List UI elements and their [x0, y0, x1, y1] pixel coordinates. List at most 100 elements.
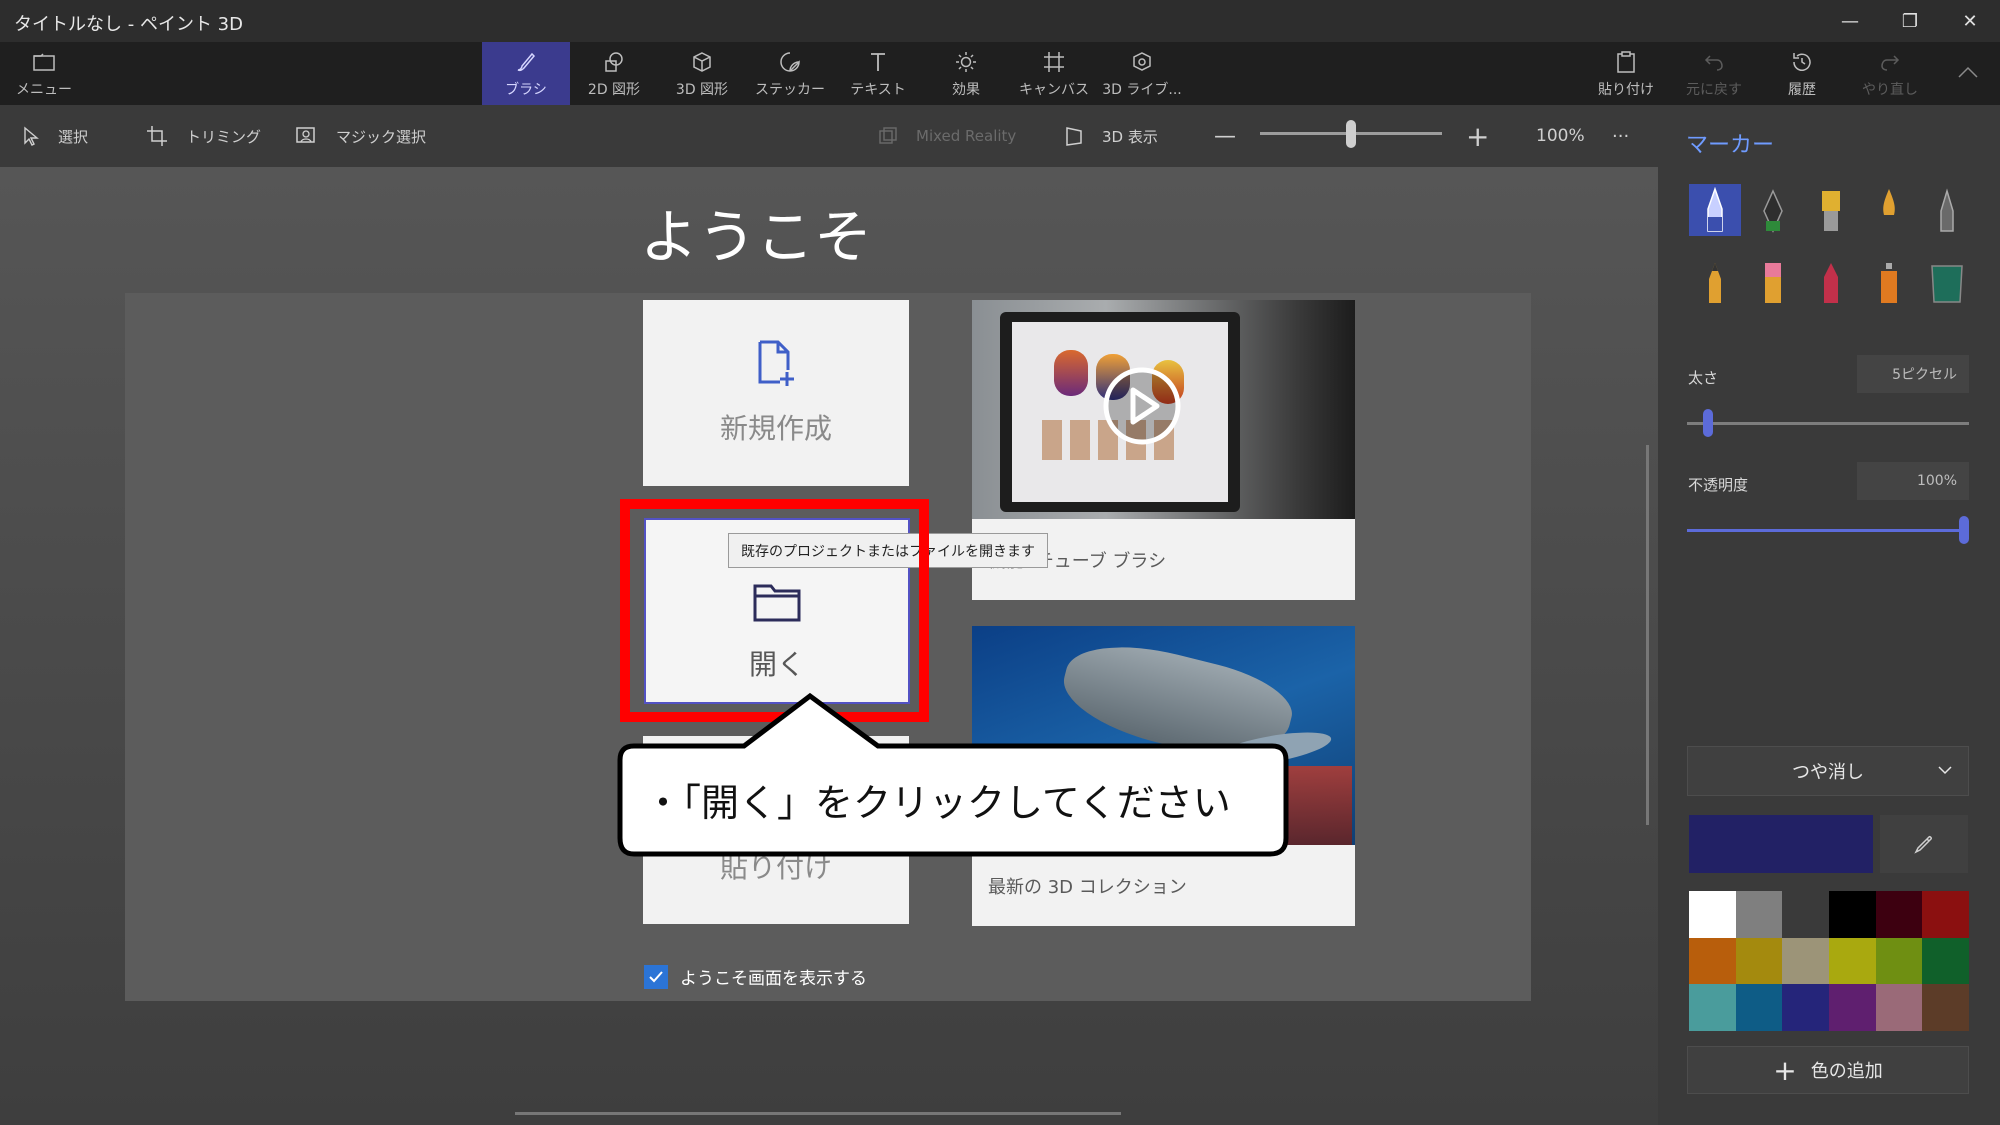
add-color-button[interactable]: + 色の追加	[1687, 1046, 1969, 1094]
more-options-button[interactable]: ···	[1612, 105, 1629, 167]
tab-label: ステッカー	[755, 81, 825, 98]
color-swatch[interactable]	[1829, 937, 1876, 985]
tab-stickers[interactable]: ステッカー	[746, 42, 834, 105]
show-welcome-checkbox[interactable]	[644, 964, 668, 989]
color-swatch[interactable]	[1735, 984, 1783, 1031]
welcome-title: ようこそ	[640, 203, 873, 271]
color-swatch[interactable]	[1875, 984, 1923, 1031]
color-swatch[interactable]	[1875, 891, 1923, 938]
color-swatch[interactable]	[1689, 937, 1736, 985]
fill-brush[interactable]	[1921, 256, 1973, 308]
color-swatch[interactable]	[1782, 891, 1829, 938]
tab-label: 3D ライブ...	[1102, 81, 1182, 98]
pencil-brush[interactable]	[1689, 256, 1741, 308]
tab-2d-shapes[interactable]: 2D 図形	[570, 42, 658, 105]
tab-brushes[interactable]: ブラシ	[482, 42, 570, 105]
marker-brush[interactable]	[1689, 184, 1741, 236]
tab-3d-shapes[interactable]: 3D 図形	[658, 42, 746, 105]
tab-3d-library[interactable]: 3D ライブ...	[1098, 42, 1186, 105]
select-label: 選択	[58, 127, 89, 146]
close-button[interactable]: ✕	[1940, 0, 2000, 42]
redo-button[interactable]: やり直し	[1846, 42, 1934, 105]
history-label: 履歴	[1788, 81, 1816, 98]
2d-shapes-icon	[602, 49, 626, 75]
oil-brush[interactable]	[1805, 184, 1857, 236]
watercolor-brush[interactable]	[1863, 184, 1915, 236]
thickness-value[interactable]: 5ピクセル	[1857, 355, 1969, 393]
new-project-tile[interactable]: 新規作成	[643, 300, 909, 486]
restore-button[interactable]: ❐	[1880, 0, 1940, 42]
opacity-slider-track[interactable]	[1687, 529, 1969, 532]
magic-select-label: マジック選択	[336, 127, 427, 146]
collapse-toolbar-button[interactable]	[1936, 42, 2000, 105]
zoom-level[interactable]: 100%	[1536, 105, 1585, 167]
color-swatch[interactable]	[1735, 891, 1783, 938]
spray-can-icon	[1881, 263, 1897, 303]
opacity-value[interactable]: 100%	[1857, 462, 1969, 500]
3d-shapes-icon	[690, 49, 714, 75]
history-button[interactable]: 履歴	[1758, 42, 1846, 105]
thickness-slider-track[interactable]	[1687, 422, 1969, 425]
zoom-out-button[interactable]: —	[1214, 105, 1236, 167]
zoom-in-button[interactable]: +	[1466, 105, 1489, 167]
finish-dropdown[interactable]: つや消し	[1687, 746, 1969, 796]
crop-icon	[146, 125, 168, 147]
crop-label: トリミング	[186, 127, 262, 146]
tab-canvas[interactable]: キャンバス	[1010, 42, 1098, 105]
add-color-label: 色の追加	[1810, 1061, 1883, 1082]
color-swatch[interactable]	[1782, 937, 1829, 985]
select-tool[interactable]: 選択	[22, 105, 88, 167]
current-color[interactable]	[1689, 815, 1873, 873]
crayon-brush[interactable]	[1805, 256, 1857, 308]
color-swatch[interactable]	[1875, 937, 1923, 985]
color-swatch[interactable]	[1829, 984, 1876, 1031]
tab-text[interactable]: テキスト	[834, 42, 922, 105]
play-icon[interactable]	[1102, 366, 1182, 450]
text-icon	[866, 49, 890, 75]
magic-select-tool[interactable]: マジック選択	[296, 105, 426, 167]
crop-tool[interactable]: トリミング	[146, 105, 261, 167]
paste-button[interactable]: 貼り付け	[1582, 42, 1670, 105]
color-swatch[interactable]	[1922, 891, 1969, 938]
3d-view-toggle[interactable]: 3D 表示	[1064, 105, 1158, 167]
eraser-brush[interactable]	[1747, 256, 1799, 308]
pixel-pen-brush[interactable]	[1921, 184, 1973, 236]
canvas-icon	[1042, 49, 1066, 75]
show-welcome-option[interactable]: ようこそ画面を表示する	[644, 964, 867, 989]
color-swatch[interactable]	[1922, 984, 1969, 1031]
undo-button[interactable]: 元に戻す	[1670, 42, 1758, 105]
color-swatch[interactable]	[1829, 891, 1876, 938]
marker-icon	[1707, 187, 1723, 232]
vertical-scrollbar[interactable]	[1646, 445, 1649, 825]
tab-label: キャンバス	[1019, 81, 1089, 98]
paste-label: 貼り付け	[1598, 81, 1654, 98]
calligraphy-pen-brush[interactable]	[1747, 184, 1799, 236]
color-swatch[interactable]	[1689, 891, 1736, 938]
tab-effects[interactable]: 効果	[922, 42, 1010, 105]
new-file-icon	[756, 340, 796, 393]
spray-can-brush[interactable]	[1863, 256, 1915, 308]
minimize-button[interactable]: —	[1820, 0, 1880, 42]
color-swatch[interactable]	[1689, 984, 1736, 1031]
mixed-reality-button[interactable]: Mixed Reality	[878, 105, 1016, 167]
chevron-up-icon	[1957, 59, 1979, 85]
folder-menu-icon	[33, 49, 55, 75]
checkmark-icon	[649, 970, 663, 982]
zoom-slider-thumb[interactable]	[1346, 120, 1356, 148]
watercolor-icon	[1883, 189, 1895, 231]
tab-label: ブラシ	[505, 81, 547, 98]
color-swatch[interactable]	[1922, 937, 1969, 985]
clipboard-icon	[1615, 49, 1637, 75]
3d-library-icon	[1130, 49, 1154, 75]
3d-view-icon	[1064, 125, 1084, 147]
effects-icon	[954, 49, 978, 75]
horizontal-scrollbar[interactable]	[515, 1112, 1121, 1115]
color-swatch[interactable]	[1782, 984, 1829, 1031]
menu-button[interactable]: メニュー	[0, 42, 88, 105]
color-swatch[interactable]	[1735, 937, 1783, 985]
eyedropper-button[interactable]	[1880, 815, 1968, 873]
calligraphy-pen-icon	[1763, 189, 1783, 233]
opacity-slider-thumb[interactable]	[1959, 516, 1969, 544]
undo-icon	[1702, 49, 1726, 75]
thickness-slider-thumb[interactable]	[1703, 409, 1714, 437]
